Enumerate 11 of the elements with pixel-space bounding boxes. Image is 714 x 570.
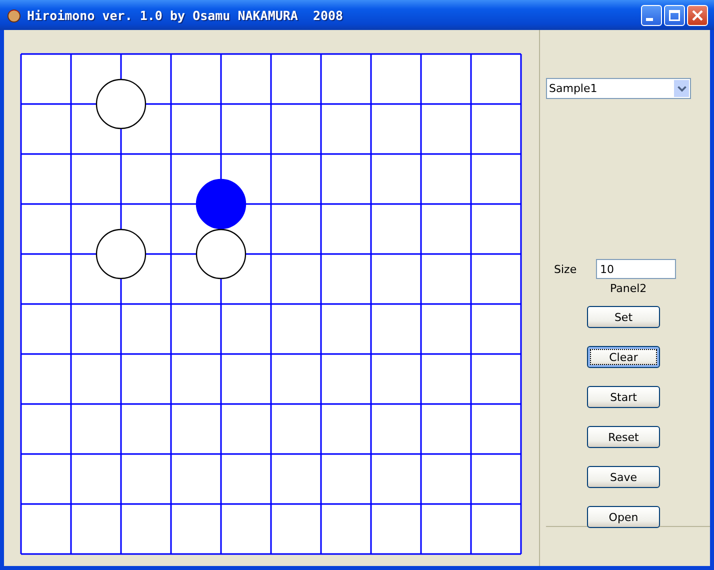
- window-title: Hiroimono ver. 1.0 by Osamu NAKAMURA 2008: [27, 8, 344, 22]
- panel-label: Panel2: [610, 282, 647, 295]
- action-button[interactable]: Clear: [587, 346, 660, 368]
- action-button[interactable]: Save: [587, 466, 660, 488]
- action-button[interactable]: Start: [587, 386, 660, 408]
- size-label: Size: [554, 262, 578, 276]
- action-button[interactable]: Reset: [587, 426, 660, 448]
- sample-dropdown[interactable]: Sample1: [546, 78, 691, 99]
- action-button[interactable]: Set: [587, 306, 660, 328]
- size-field[interactable]: 10: [596, 259, 676, 279]
- action-button[interactable]: Open: [587, 506, 660, 528]
